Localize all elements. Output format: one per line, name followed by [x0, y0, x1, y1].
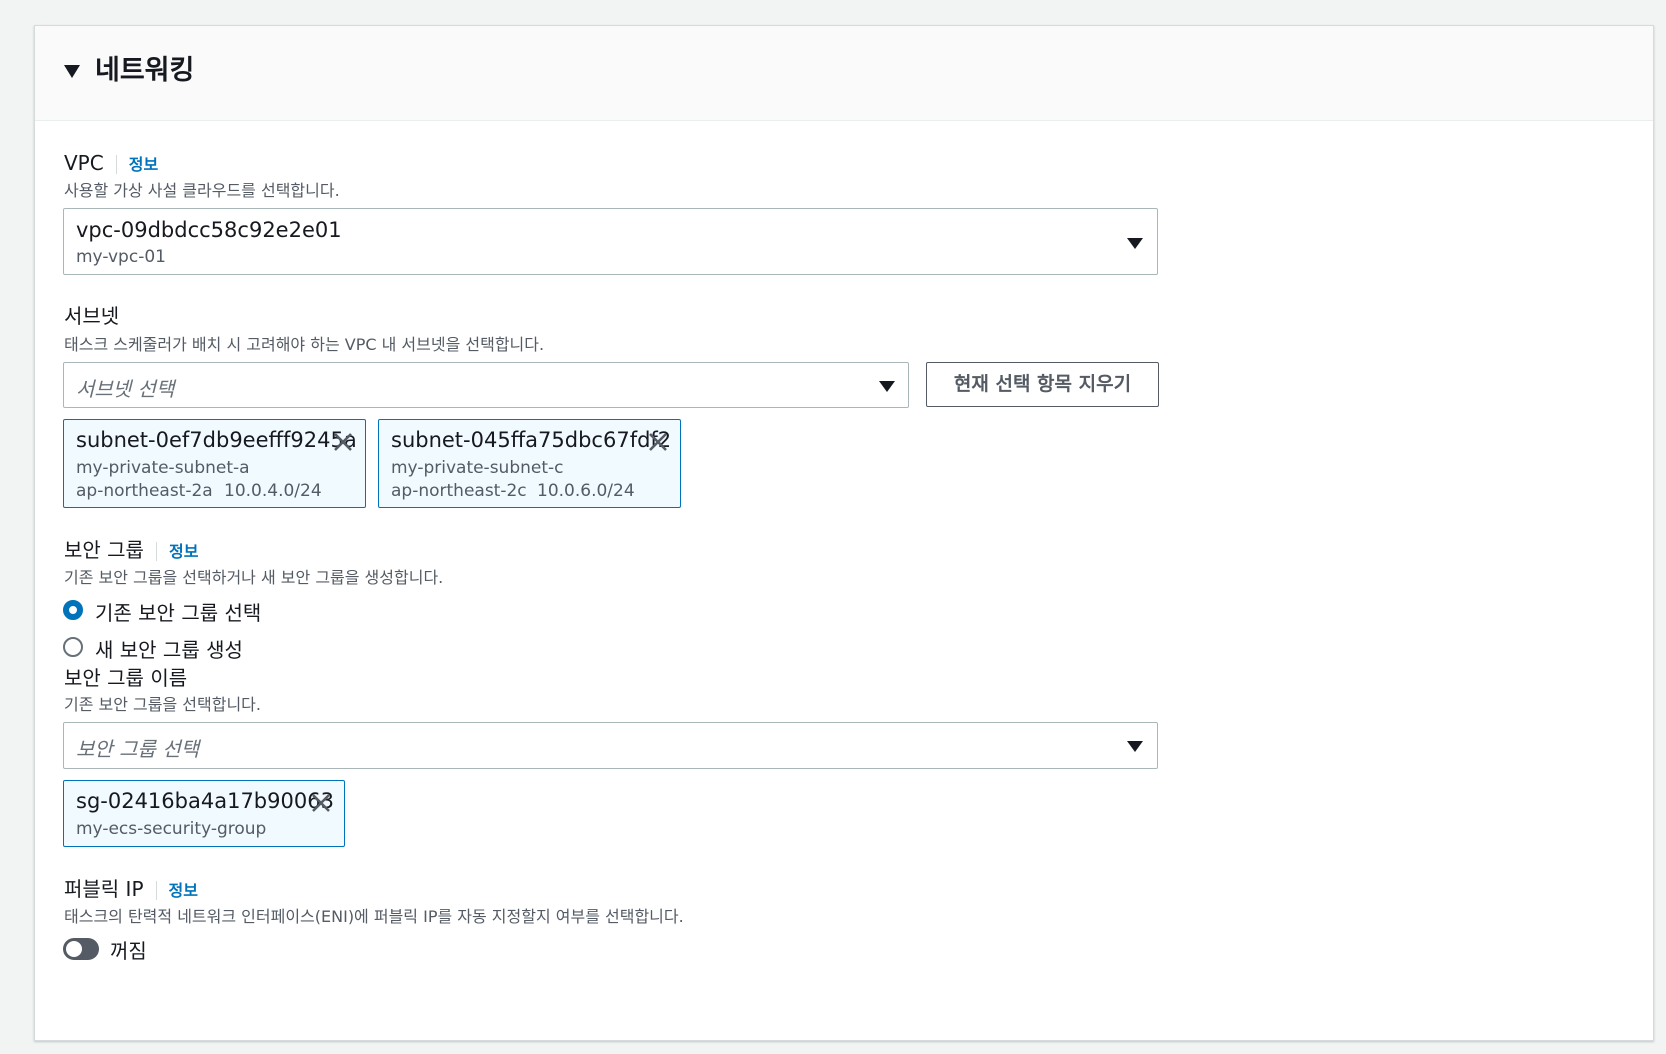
security-group-info-link[interactable]: 정보	[155, 542, 199, 561]
subnet-select[interactable]: 서브넷 선택	[63, 362, 909, 408]
clear-selection-button[interactable]: 현재 선택 항목 지우기	[926, 362, 1159, 407]
remove-token-icon[interactable]	[310, 792, 332, 814]
dropdown-arrow-icon	[1127, 238, 1143, 249]
subnet-placeholder: 서브넷 선택	[76, 377, 175, 401]
security-group-label: 보안 그룹	[64, 538, 144, 562]
dropdown-arrow-icon	[879, 381, 895, 392]
subnet-token-name: my-private-subnet-a	[76, 458, 250, 478]
vpc-description: 사용할 가상 사설 클라우드를 선택합니다.	[64, 181, 340, 200]
vpc-info-link[interactable]: 정보	[115, 155, 159, 174]
remove-token-icon[interactable]	[332, 431, 354, 453]
subnet-token-az: ap-northeast-2a	[76, 481, 213, 501]
dropdown-arrow-icon	[1127, 741, 1143, 752]
security-group-placeholder: 보안 그룹 선택	[76, 737, 200, 761]
subnet-token-cidr: 10.0.6.0/24	[537, 481, 635, 501]
security-group-token-id: sg-02416ba4a17b90063	[76, 789, 334, 813]
public-ip-info-link[interactable]: 정보	[155, 881, 198, 900]
security-group-name-label: 보안 그룹 이름	[64, 666, 188, 690]
remove-token-icon[interactable]	[647, 431, 669, 453]
public-ip-toggle-label: 꺼짐	[110, 939, 147, 963]
subnet-token: subnet-045ffa75dbc67fdf2 my-private-subn…	[378, 419, 681, 508]
public-ip-description: 태스크의 탄력적 네트워크 인터페이스(ENI)에 퍼블릭 IP를 자동 지정할…	[64, 907, 684, 926]
public-ip-label: 퍼블릭 IP	[64, 877, 144, 901]
subnet-label: 서브넷	[64, 304, 120, 328]
subnet-token-name: my-private-subnet-c	[391, 458, 564, 478]
radio-existing-label[interactable]: 기존 보안 그룹 선택	[95, 597, 261, 626]
radio-existing-security-group[interactable]	[63, 600, 83, 620]
vpc-select[interactable]: vpc-09dbdcc58c92e2e01 my-vpc-01	[63, 208, 1158, 275]
public-ip-toggle[interactable]	[63, 938, 99, 960]
security-group-select[interactable]: 보안 그룹 선택	[63, 722, 1158, 769]
networking-section-header[interactable]: 네트워킹	[35, 26, 1653, 121]
section-title: 네트워킹	[95, 55, 195, 86]
security-group-token: sg-02416ba4a17b90063 my-ecs-security-gro…	[63, 780, 345, 847]
vpc-selected-id: vpc-09dbdcc58c92e2e01	[76, 218, 342, 242]
subnet-token-az: ap-northeast-2c	[391, 481, 527, 501]
security-group-description: 기존 보안 그룹을 선택하거나 새 보안 그룹을 생성합니다.	[64, 568, 444, 587]
subnet-token-cidr: 10.0.4.0/24	[224, 481, 322, 501]
subnet-token: subnet-0ef7db9eefff9245a my-private-subn…	[63, 419, 366, 508]
subnet-token-id: subnet-0ef7db9eefff9245a	[76, 428, 357, 452]
security-group-name-description: 기존 보안 그룹을 선택합니다.	[64, 695, 261, 714]
networking-panel: 네트워킹 VPC 정보 사용할 가상 사설 클라우드를 선택합니다. vpc-09…	[34, 25, 1654, 1041]
vpc-label-row: VPC 정보	[64, 150, 159, 178]
vpc-label: VPC	[64, 151, 104, 175]
radio-new-security-group[interactable]	[63, 637, 83, 657]
subnet-description: 태스크 스케줄러가 배치 시 고려해야 하는 VPC 내 서브넷을 선택합니다.	[64, 335, 545, 354]
security-group-label-row: 보안 그룹 정보	[64, 537, 199, 565]
subnet-token-id: subnet-045ffa75dbc67fdf2	[391, 428, 672, 452]
toggle-knob	[66, 941, 82, 957]
radio-new-label[interactable]: 새 보안 그룹 생성	[95, 634, 243, 663]
security-group-token-name: my-ecs-security-group	[76, 819, 267, 839]
public-ip-label-row: 퍼블릭 IP 정보	[64, 876, 198, 904]
caret-down-icon[interactable]	[64, 65, 80, 78]
vpc-selected-name: my-vpc-01	[76, 247, 166, 267]
